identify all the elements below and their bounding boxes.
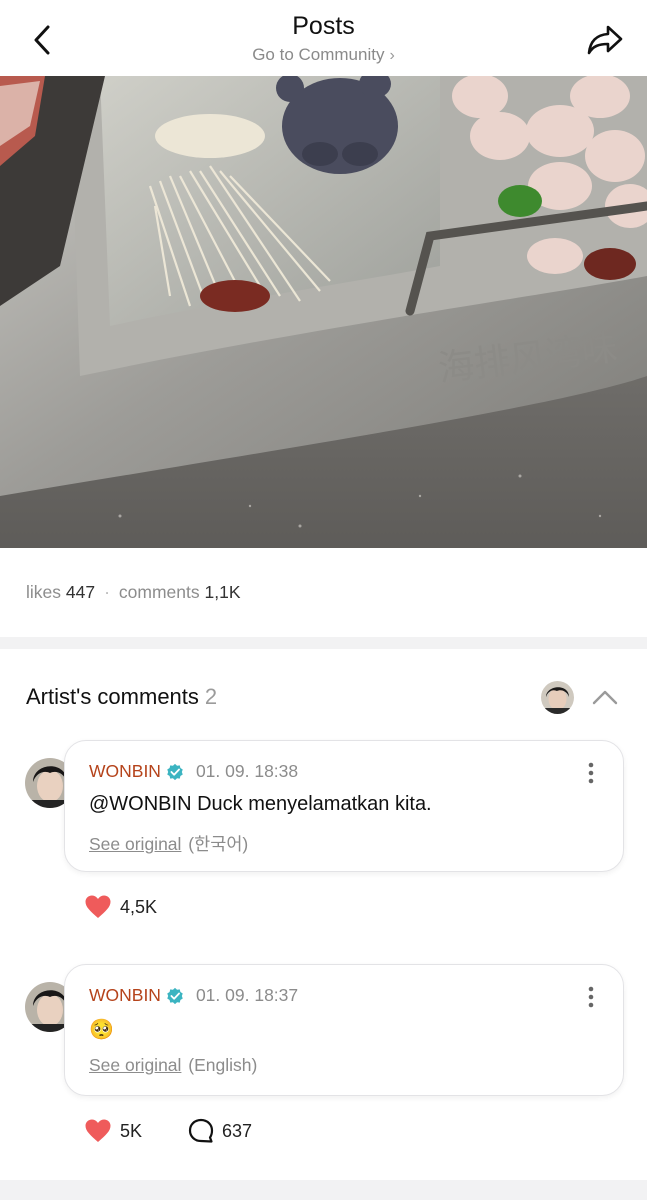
comment-replies: 637 <box>188 1118 252 1144</box>
collapse-button[interactable] <box>590 684 620 710</box>
comment-card[interactable]: WONBIN 01. 09. 18:37 🥺 See original (Eng… <box>64 964 624 1096</box>
comment-timestamp: 01. 09. 18:37 <box>195 985 299 1005</box>
more-options-icon[interactable] <box>583 761 599 785</box>
comment-text: @WONBIN Duck menyelamatkan kita. <box>89 793 432 815</box>
hotpot-photo-image: 海排风湾味 <box>0 76 647 548</box>
artist-comments-heading: Artist's comments 2 <box>26 684 217 710</box>
heart-icon[interactable] <box>84 894 112 920</box>
comment-timestamp: 01. 09. 18:38 <box>195 761 299 781</box>
reply-bubble-icon[interactable] <box>188 1118 214 1144</box>
comment-reactions: 5K <box>84 1118 142 1144</box>
comments-label: comments <box>118 582 200 602</box>
section-divider <box>0 1180 647 1200</box>
see-original: See original (English) <box>89 1055 257 1076</box>
comment-meta: WONBIN 01. 09. 18:37 <box>89 985 298 1006</box>
original-language: (English) <box>188 1055 258 1075</box>
comment-card[interactable]: WONBIN 01. 09. 18:38 @WONBIN Duck menyel… <box>64 740 624 872</box>
go-to-community-label: Go to Community <box>252 45 385 64</box>
post-stats: likes 447 · comments 1,1K <box>26 582 241 603</box>
go-to-community-link[interactable]: Go to Community › <box>0 45 647 65</box>
artist-comments-title: Artist's comments <box>26 684 199 709</box>
chevron-right-icon: › <box>389 47 395 64</box>
share-button[interactable] <box>583 18 627 62</box>
verified-badge-icon <box>167 763 183 780</box>
see-original: See original (한국어) <box>89 831 248 856</box>
page-title: Posts <box>292 12 355 40</box>
comment-meta: WONBIN 01. 09. 18:38 <box>89 761 298 782</box>
top-bar: Posts Go to Community › <box>0 0 647 76</box>
more-options-icon[interactable] <box>583 985 599 1009</box>
chevron-up-icon <box>592 690 618 705</box>
comment-author[interactable]: WONBIN <box>89 985 161 1006</box>
like-count: 4,5K <box>120 896 158 917</box>
verified-badge-icon <box>167 987 183 1004</box>
stats-separator: · <box>104 582 110 602</box>
share-arrow-icon <box>587 25 623 55</box>
see-original-link[interactable]: See original <box>89 834 181 854</box>
reply-count: 637 <box>222 1120 253 1141</box>
comment-reactions: 4,5K <box>84 894 157 920</box>
artist-avatar-image <box>541 681 574 714</box>
artist-comments-count: 2 <box>204 684 218 709</box>
comments-count[interactable]: 1,1K <box>205 582 241 602</box>
likes-label: likes <box>26 582 62 602</box>
like-count: 5K <box>120 1120 143 1141</box>
likes-count[interactable]: 447 <box>66 582 95 602</box>
comment-author[interactable]: WONBIN <box>89 761 161 782</box>
post-photo[interactable]: 海排风湾味 <box>0 76 647 548</box>
comment-emoji: 🥺 <box>89 1019 114 1041</box>
original-language: (한국어) <box>188 834 249 854</box>
see-original-link[interactable]: See original <box>89 1055 181 1075</box>
section-divider <box>0 637 647 649</box>
heart-icon[interactable] <box>84 1118 112 1144</box>
avatar[interactable] <box>541 681 574 714</box>
